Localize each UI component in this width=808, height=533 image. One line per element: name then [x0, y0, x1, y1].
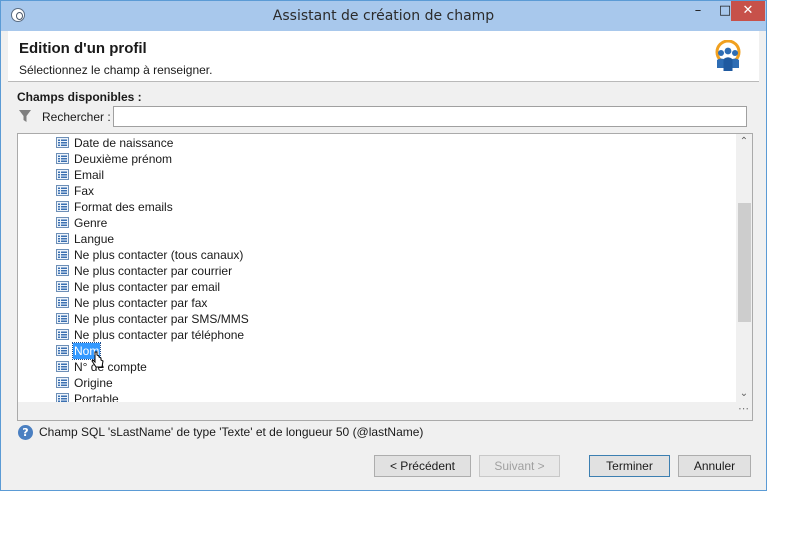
field-item-label: Date de naissance — [74, 136, 174, 150]
cancel-button[interactable]: Annuler — [678, 455, 751, 477]
page-title: Edition d'un profil — [19, 40, 147, 57]
wizard-body: Champs disponibles : Rechercher : Date d… — [8, 82, 759, 450]
field-item-label: Ne plus contacter par fax — [74, 296, 208, 310]
field-list-icon — [56, 313, 69, 324]
tree-footer — [18, 402, 736, 420]
field-item-label: Langue — [74, 232, 115, 246]
field-list-icon — [56, 217, 69, 228]
field-list-icon — [56, 345, 69, 356]
field-item-label: Ne plus contacter par SMS/MMS — [74, 312, 249, 326]
wizard-window: Assistant de création de champ – □ ✕ Edi… — [0, 0, 767, 491]
search-input[interactable] — [113, 106, 747, 127]
resize-grip-icon[interactable] — [736, 402, 752, 420]
next-button[interactable]: Suivant > — [479, 455, 560, 477]
previous-button[interactable]: < Précédent — [374, 455, 471, 477]
vertical-scrollbar[interactable]: ⌃ ⌄ — [736, 134, 752, 402]
field-item-label: Origine — [74, 376, 113, 390]
page-subtitle: Sélectionnez le champ à renseigner. — [19, 63, 213, 77]
field-list-icon — [56, 361, 69, 372]
scroll-up-icon[interactable]: ⌃ — [736, 134, 752, 150]
field-list-icon — [56, 185, 69, 196]
finish-button[interactable]: Terminer — [589, 455, 670, 477]
help-icon: ? — [18, 425, 33, 440]
scroll-down-icon[interactable]: ⌄ — [736, 386, 752, 402]
field-item-label: Email — [74, 168, 105, 182]
people-group-icon — [715, 40, 741, 71]
field-item-label: Ne plus contacter par courrier — [74, 264, 233, 278]
field-list-icon — [56, 137, 69, 148]
wizard-header: Edition d'un profil Sélectionnez le cham… — [8, 31, 759, 81]
field-item-label: Ne plus contacter par téléphone — [74, 328, 245, 342]
field-list-icon — [56, 153, 69, 164]
field-list-icon — [56, 201, 69, 212]
field-item-label: Format des emails — [74, 200, 173, 214]
filter-icon — [19, 110, 31, 122]
field-info-text: Champ SQL 'sLastName' de type 'Texte' et… — [39, 425, 424, 439]
field-item-label: Genre — [74, 216, 108, 230]
field-list-icon — [56, 281, 69, 292]
available-fields-label: Champs disponibles : — [17, 90, 142, 104]
field-list-icon — [56, 249, 69, 260]
close-button[interactable]: ✕ — [731, 1, 765, 21]
field-item-label: Deuxième prénom — [74, 152, 173, 166]
field-item-label: Ne plus contacter par email — [74, 280, 221, 294]
field-item-label: N° de compte — [74, 360, 147, 374]
field-list-icon — [56, 377, 69, 388]
field-list-icon — [56, 169, 69, 180]
mouse-cursor-icon — [91, 351, 104, 368]
window-title: Assistant de création de champ — [272, 8, 495, 24]
field-item-label: Fax — [74, 184, 95, 198]
field-list-icon — [56, 233, 69, 244]
field-list-icon — [56, 297, 69, 308]
scrollbar-thumb[interactable] — [738, 203, 751, 322]
minimize-button[interactable]: – — [685, 1, 711, 21]
search-label: Rechercher : — [42, 110, 111, 124]
fields-tree[interactable]: Date de naissance Deuxième prénom Email Fax… — [17, 133, 753, 421]
field-list-icon — [56, 329, 69, 340]
title-bar[interactable]: Assistant de création de champ – □ ✕ — [1, 1, 766, 31]
field-item-label: Ne plus contacter (tous canaux) — [74, 248, 244, 262]
field-list-icon — [56, 265, 69, 276]
